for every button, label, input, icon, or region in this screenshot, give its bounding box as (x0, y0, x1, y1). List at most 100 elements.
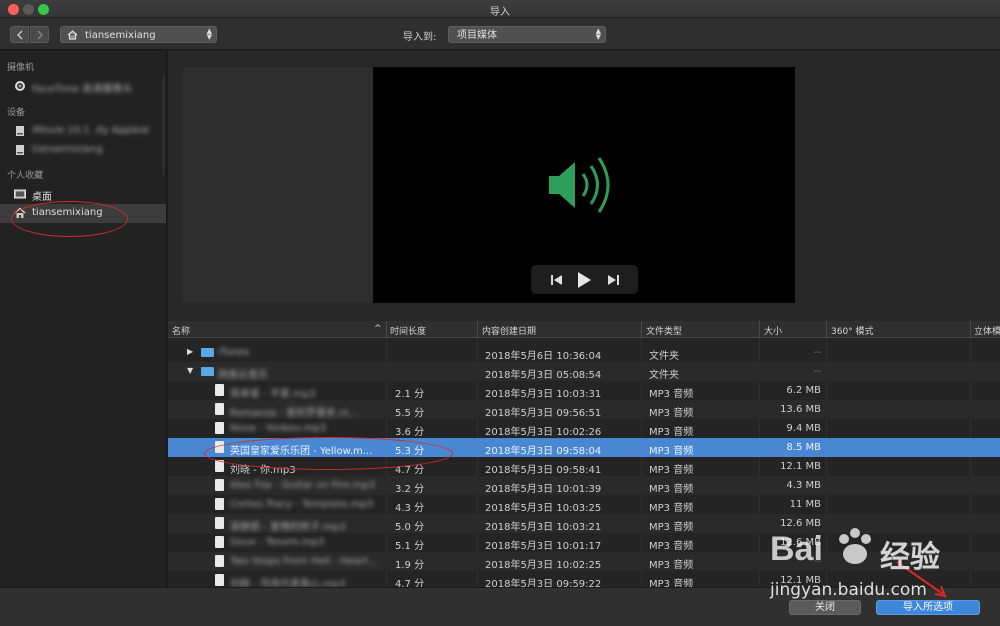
annotation-circle-sidebar (11, 201, 128, 237)
sidebar: 摄像机 FaceTime 高清摄像头 设备 iMovie 10.1 .dy Ap… (0, 51, 167, 587)
column-header-size[interactable]: 大小 (764, 324, 782, 337)
file-type: MP3 音频 (649, 427, 694, 438)
column-header-type[interactable]: 文件类型 (646, 324, 682, 337)
file-row[interactable]: 简单爱 - 不爱.mp3 2.1 分 2018年5月3日 10:03:31 MP3 音… (168, 381, 1000, 400)
file-type: MP3 音频 (649, 560, 694, 571)
file-date: 2018年5月3日 10:03:21 (485, 522, 602, 533)
watermark-brand: Bai (770, 530, 823, 568)
file-type: MP3 音频 (649, 484, 694, 495)
sidebar-item-device-1[interactable]: iMovie 10.1 .dy Applest (0, 122, 166, 141)
chevron-right-icon (37, 30, 43, 40)
popup-arrows-icon: ▲ ▼ (595, 27, 601, 41)
file-type: MP3 音频 (649, 446, 694, 457)
sidebar-item-label: 桌面 (32, 192, 52, 203)
file-name: Dove - Tenero.mp3 (230, 537, 325, 548)
next-track-icon[interactable] (607, 275, 619, 285)
file-date: 2018年5月3日 09:58:41 (485, 465, 602, 476)
watermark-url: jingyan.baidu.com (770, 580, 927, 600)
close-button[interactable]: 关闭 (789, 600, 861, 615)
file-size: -- (813, 347, 821, 358)
audio-preview-player[interactable] (373, 67, 795, 303)
file-type: MP3 音频 (649, 541, 694, 552)
file-size: -- (813, 366, 821, 377)
file-name: Romanza - 爱的罗曼史.m... (230, 408, 359, 419)
file-type: 文件夹 (649, 370, 679, 381)
audio-file-icon (215, 517, 224, 529)
popup-arrows-icon: ▲ ▼ (206, 27, 212, 41)
column-header-name[interactable]: 名称 (172, 324, 190, 337)
file-date: 2018年5月3日 10:01:17 (485, 541, 602, 552)
disk-icon (16, 145, 24, 155)
file-row[interactable]: Cortez,Tracy - Template.mp3 4.3 分 2018年5月3… (168, 495, 1000, 514)
file-size: 9.4 MB (786, 423, 821, 434)
column-header-360-mode[interactable]: 360° 模式 (831, 324, 874, 337)
audio-file-icon (215, 422, 224, 434)
file-date: 2018年5月6日 10:36:04 (485, 351, 602, 362)
sidebar-section-favorites: 个人收藏 (7, 171, 44, 181)
sidebar-item-facetime-camera[interactable]: FaceTime 高清摄像头 (0, 77, 166, 96)
file-name: Alex Fox - Guitar on Fire.mp3 (230, 480, 376, 491)
file-type: MP3 音频 (649, 503, 694, 514)
file-date: 2018年5月3日 09:59:22 (485, 579, 602, 587)
chevron-left-icon (16, 30, 22, 40)
file-name: 简单爱 - 不爱.mp3 (230, 389, 316, 400)
watermark: Bai 经验 jingyan.baidu.com (770, 520, 970, 600)
file-date: 2018年5月3日 09:56:51 (485, 408, 602, 419)
disclosure-collapsed-icon[interactable]: ▶ (187, 347, 193, 356)
import-destination-value: 项目媒体 (457, 30, 497, 41)
file-size: 13.6 MB (780, 404, 821, 415)
disclosure-expanded-icon[interactable]: ▼ (187, 366, 193, 375)
file-duration: 4.7 分 (395, 579, 425, 587)
file-date: 2018年5月3日 10:03:25 (485, 503, 602, 514)
folder-row[interactable]: ▼ 网易云音乐 2018年5月3日 05:08:54 文件夹 -- (168, 362, 1000, 381)
sidebar-item-device-2[interactable]: tiansemixiang (0, 141, 166, 160)
file-type: MP3 音频 (649, 465, 694, 476)
forward-button[interactable] (30, 26, 49, 43)
file-duration: 3.6 分 (395, 427, 425, 438)
sidebar-scrollbar[interactable] (162, 75, 165, 175)
speaker-icon (549, 157, 610, 213)
audio-file-icon (215, 555, 224, 567)
file-size: 8.5 MB (786, 442, 821, 453)
table-header: 名称 ^ 时间长度 内容创建日期 文件类型 大小 360° 模式 立体模 (168, 321, 1000, 338)
location-popup[interactable]: tiansemixiang ▲ ▼ (60, 26, 217, 43)
back-button[interactable] (10, 26, 29, 43)
audio-file-icon (215, 403, 224, 415)
previous-track-icon[interactable] (551, 275, 563, 285)
file-date: 2018年5月3日 10:02:25 (485, 560, 602, 571)
import-selected-button[interactable]: 导入所选项 (876, 600, 980, 615)
camera-icon (15, 81, 25, 91)
play-icon[interactable] (577, 272, 591, 288)
file-duration: 1.9 分 (395, 560, 425, 571)
file-type: MP3 音频 (649, 579, 694, 587)
column-header-duration[interactable]: 时间长度 (390, 324, 426, 337)
file-date: 2018年5月3日 10:01:39 (485, 484, 602, 495)
audio-file-icon (215, 384, 224, 396)
file-duration: 5.5 分 (395, 408, 425, 419)
file-name: Nova - Yonkou.mp3 (230, 423, 327, 434)
file-type: MP3 音频 (649, 408, 694, 419)
file-duration: 5.0 分 (395, 522, 425, 533)
sidebar-item-label: iMovie 10.1 .dy Applest (32, 125, 150, 136)
import-destination-popup[interactable]: 项目媒体 ▲ ▼ (448, 26, 606, 43)
file-size: 6.2 MB (786, 385, 821, 396)
sidebar-item-label: FaceTime 高清摄像头 (32, 84, 133, 95)
folder-row[interactable]: ▶ iTunes 2018年5月6日 10:36:04 文件夹 -- (168, 343, 1000, 362)
folder-icon (201, 348, 214, 357)
sort-ascending-icon: ^ (374, 324, 382, 334)
file-type: MP3 音频 (649, 389, 694, 400)
file-row[interactable]: Alex Fox - Guitar on Fire.mp3 3.2 分 2018年5… (168, 476, 1000, 495)
sidebar-section-devices: 设备 (7, 108, 26, 118)
column-header-stereo[interactable]: 立体模 (974, 324, 1000, 337)
file-row[interactable]: Romanza - 爱的罗曼史.m... 5.5 分 2018年5月3日 09:56… (168, 400, 1000, 419)
file-date: 2018年5月3日 05:08:54 (485, 370, 602, 381)
audio-file-icon (215, 498, 224, 510)
file-type: 文件夹 (649, 351, 679, 362)
file-row[interactable]: Nova - Yonkou.mp3 3.6 分 2018年5月3日 10:02:26… (168, 419, 1000, 438)
file-name: Cortez,Tracy - Template.mp3 (230, 499, 374, 510)
file-name: 刘晓 - 月亮代表我心.mp3 (230, 579, 346, 587)
location-label: tiansemixiang (85, 30, 156, 41)
file-name: Two Steps From Hell - Heart... (230, 556, 378, 567)
file-size: 11 MB (789, 499, 821, 510)
column-header-date[interactable]: 内容创建日期 (482, 324, 536, 337)
